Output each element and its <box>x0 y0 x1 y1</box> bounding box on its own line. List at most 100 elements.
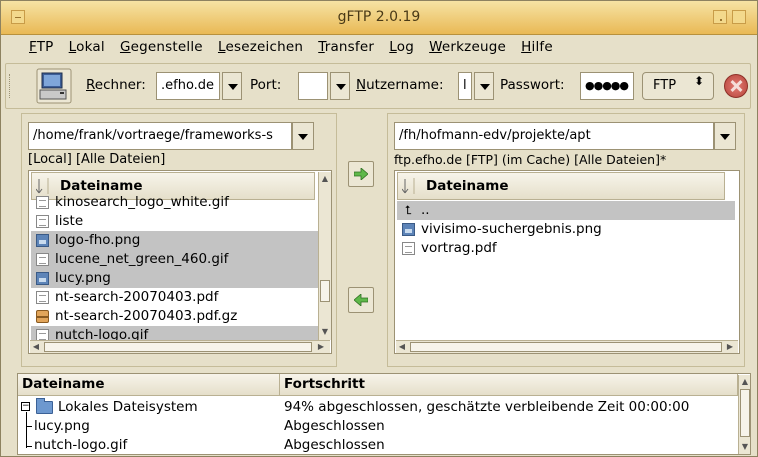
transfer-column-name[interactable]: Dateiname <box>18 374 280 396</box>
local-rows: kinosearch_logo_white.gifliste logo-fho.p… <box>31 193 319 345</box>
local-file-name: kinosearch_logo_white.gif <box>55 194 229 210</box>
local-path-input[interactable]: /home/frank/vortraege/frameworks-s <box>28 122 292 150</box>
username-input[interactable]: l <box>458 72 472 100</box>
text-icon <box>402 242 415 255</box>
collapse-icon[interactable]: − <box>21 402 30 411</box>
title-bar[interactable]: gFTP 2.0.19 <box>1 1 757 35</box>
transfer-row-name[interactable]: nutch-logo.gif <box>34 437 127 454</box>
scroll-left-arrow-icon[interactable]: ◀ <box>396 341 408 352</box>
remote-pane: /fh/hofmann-edv/projekte/apt ftp.efho.de… <box>387 113 745 367</box>
scroll-up-arrow-icon[interactable]: ▲ <box>739 376 750 387</box>
folder-icon <box>36 398 53 414</box>
updown-arrows-icon: ⬍ <box>693 74 704 88</box>
toolbar-grip[interactable] <box>9 74 12 98</box>
remote-file-name: vivisimo-suchergebnis.png <box>421 221 602 237</box>
local-horizontal-scrollbar[interactable]: ◀ ▶ <box>30 340 330 353</box>
gftp-window: gFTP 2.0.19 FTP Lokal Gegenstelle Leseze… <box>0 0 758 457</box>
host-input[interactable]: .efho.de <box>156 72 220 100</box>
remote-horizontal-scrollbar[interactable]: ◀ ▶ <box>396 340 738 353</box>
local-file-row[interactable]: liste <box>31 212 319 231</box>
host-history-dropdown[interactable] <box>222 72 242 100</box>
menu-log[interactable]: Log <box>389 36 414 58</box>
local-file-row[interactable]: lucy.png <box>31 269 319 288</box>
local-pane: /home/frank/vortraege/frameworks-s [Loca… <box>21 113 337 367</box>
remote-path-dropdown[interactable] <box>714 122 736 150</box>
arrow-left-icon <box>354 294 368 306</box>
sort-icon <box>402 178 415 194</box>
scroll-right-arrow-icon[interactable]: ▶ <box>315 341 327 352</box>
local-vertical-scroll-thumb[interactable] <box>320 280 330 302</box>
transfer-column-progress[interactable]: Fortschritt <box>280 374 738 396</box>
remote-horizontal-scroll-thumb[interactable] <box>410 342 722 352</box>
download-button[interactable] <box>348 287 374 313</box>
scroll-right-arrow-icon[interactable]: ▶ <box>724 341 736 352</box>
remote-file-row[interactable]: ⮤.. <box>397 201 735 220</box>
host-label: Rechner: <box>86 77 146 93</box>
transfer-row-name[interactable]: lucy.png <box>34 418 90 435</box>
connection-toolbar: Rechner: .efho.de Port: Nutzername: l Pa… <box>5 63 751 109</box>
local-vertical-scrollbar[interactable]: ▲ ▼ <box>318 172 331 340</box>
archive-icon <box>36 310 49 323</box>
menu-hilfe[interactable]: Hilfe <box>521 36 553 58</box>
local-path-dropdown[interactable] <box>292 122 314 150</box>
transfer-row-name[interactable]: Lokales Dateisystem <box>58 399 198 416</box>
menu-transfer[interactable]: Transfer <box>318 36 374 58</box>
menu-lokal[interactable]: Lokal <box>69 36 105 58</box>
protocol-select[interactable]: FTP ⬍ <box>642 72 714 100</box>
local-horizontal-scroll-thumb[interactable] <box>44 342 312 352</box>
menu-werkzeuge[interactable]: Werkzeuge <box>429 36 506 58</box>
image-icon <box>36 272 49 285</box>
tree-branch <box>26 446 32 447</box>
local-column-label: Dateiname <box>60 178 143 194</box>
local-file-row[interactable]: nt-search-20070403.pdf.gz <box>31 307 319 326</box>
tree-line <box>26 412 27 448</box>
username-label: Nutzername: <box>356 77 444 93</box>
transfer-scroll-thumb[interactable] <box>740 389 750 437</box>
scroll-up-arrow-icon[interactable]: ▲ <box>319 173 331 184</box>
remote-file-name: vortrag.pdf <box>421 240 497 256</box>
password-label: Passwort: <box>500 77 565 93</box>
upload-button[interactable] <box>348 161 374 187</box>
maximize-button[interactable] <box>732 10 746 24</box>
menu-ftp[interactable]: FTP <box>29 36 54 58</box>
remote-file-row[interactable]: vortrag.pdf <box>397 239 735 258</box>
scroll-down-arrow-icon[interactable]: ▼ <box>319 326 331 337</box>
remote-column-header[interactable]: Dateiname <box>397 172 725 200</box>
local-file-name: lucy.png <box>55 270 111 286</box>
menu-gegenstelle[interactable]: Gegenstelle <box>120 36 203 58</box>
remote-file-list[interactable]: Dateiname ⮤.. vivisimo-suchergebnis.png vo… <box>394 170 740 354</box>
remote-file-row[interactable]: vivisimo-suchergebnis.png <box>397 220 735 239</box>
minimize-button[interactable] <box>713 10 727 24</box>
port-input[interactable] <box>298 72 328 100</box>
menu-lesezeichen[interactable]: Lesezeichen <box>218 36 303 58</box>
local-file-row[interactable]: nt-search-20070403.pdf <box>31 288 319 307</box>
image-icon <box>402 223 415 236</box>
remote-rows: ⮤.. vivisimo-suchergebnis.png vortrag.pdf <box>397 201 735 258</box>
up-icon: ⮤ <box>404 203 413 217</box>
port-label: Port: <box>250 77 282 93</box>
text-icon <box>36 253 49 266</box>
scroll-left-arrow-icon[interactable]: ◀ <box>30 341 42 352</box>
remote-column-label: Dateiname <box>426 178 509 194</box>
password-input[interactable]: ●●●●● <box>580 72 634 100</box>
transfer-list[interactable]: Dateiname Fortschritt − Lokales Dateisys… <box>17 373 751 455</box>
transfer-row-progress: Abgeschlossen <box>284 418 385 434</box>
local-file-name: lucene_net_green_460.gif <box>55 251 229 267</box>
remote-path-input[interactable]: /fh/hofmann-edv/projekte/apt <box>394 122 714 150</box>
username-history-dropdown[interactable] <box>474 72 494 100</box>
stop-icon[interactable] <box>724 74 748 98</box>
local-file-list[interactable]: Dateiname kinosearch_logo_white.gifliste… <box>28 170 332 354</box>
local-file-name: logo-fho.png <box>55 232 141 248</box>
protocol-value: FTP <box>653 78 677 93</box>
window-title: gFTP 2.0.19 <box>337 9 421 25</box>
port-history-dropdown[interactable] <box>330 72 350 100</box>
local-file-row[interactable]: kinosearch_logo_white.gif <box>31 193 319 212</box>
local-file-name: nt-search-20070403.pdf <box>55 289 219 305</box>
scroll-down-arrow-icon[interactable]: ▼ <box>739 441 750 452</box>
image-icon <box>36 234 49 247</box>
local-file-row[interactable]: lucene_net_green_460.gif <box>31 250 319 269</box>
local-file-row[interactable]: logo-fho.png <box>31 231 319 250</box>
transfer-vertical-scrollbar[interactable]: ▲ ▼ <box>738 375 750 454</box>
connect-computer-icon[interactable] <box>36 68 72 104</box>
remote-status: ftp.efho.de [FTP] (im Cache) [Alle Datei… <box>394 152 667 167</box>
